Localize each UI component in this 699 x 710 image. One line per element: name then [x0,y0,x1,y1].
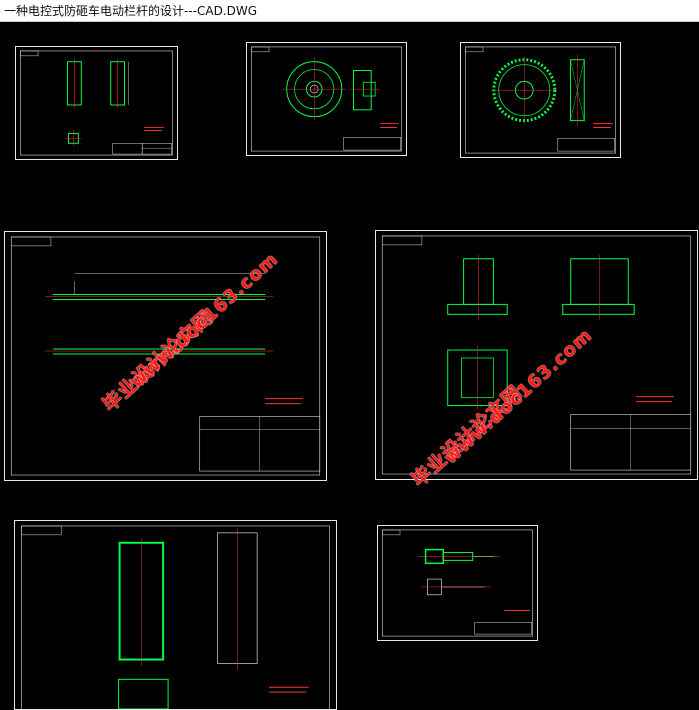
cad-canvas[interactable]: 毕业设计论文网 www.doc163.com 毕业设计论文网 www.doc16… [0,22,699,710]
sheet-gear[interactable] [460,42,621,158]
sheet-shaft-views-drawing [20,50,173,156]
sheet-housing-drawing [21,525,330,709]
sheet-bracket-drawing [381,235,692,475]
sheet-bracket[interactable] [375,230,698,480]
sheet-flange-disk[interactable] [246,42,407,156]
sheet-flange-disk-drawing [251,46,402,152]
sheet-gear-drawing [465,46,616,154]
sheet-housing[interactable] [14,520,337,710]
window-title: 一种电控式防砸车电动栏杆的设计---CAD.DWG [0,0,699,22]
sheet-motor-shaft-drawing [382,529,533,637]
sheet-motor-shaft[interactable] [377,525,538,641]
sheet-shaft-views[interactable] [15,46,178,160]
